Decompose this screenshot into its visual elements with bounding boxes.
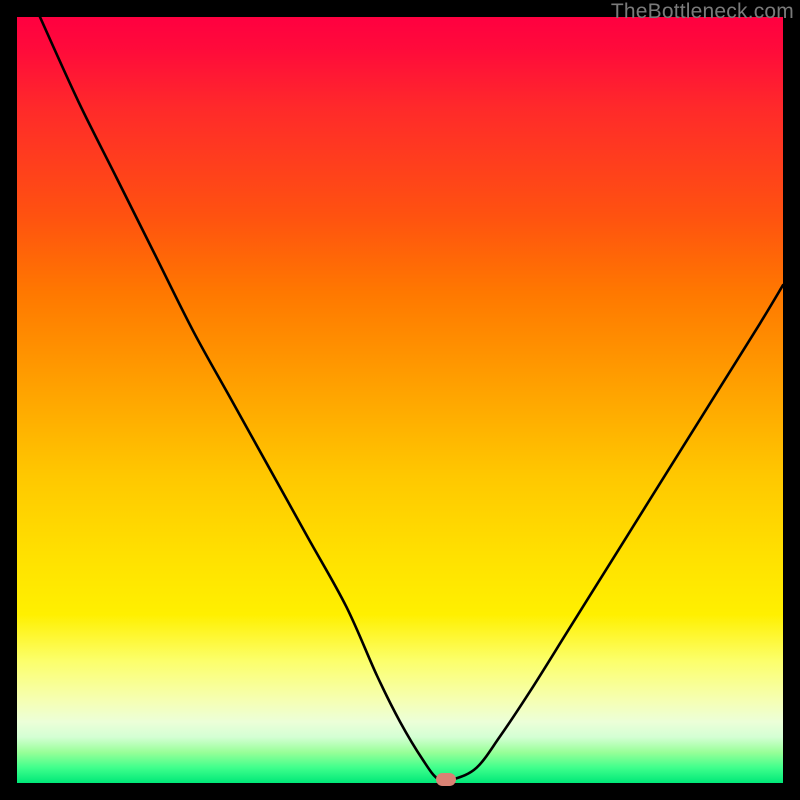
plot-area	[17, 17, 783, 783]
watermark-text: TheBottleneck.com	[611, 0, 794, 24]
curve-svg	[17, 17, 783, 783]
optimal-point-marker	[436, 773, 456, 786]
chart-frame: TheBottleneck.com	[0, 0, 800, 800]
bottleneck-curve	[40, 17, 783, 781]
